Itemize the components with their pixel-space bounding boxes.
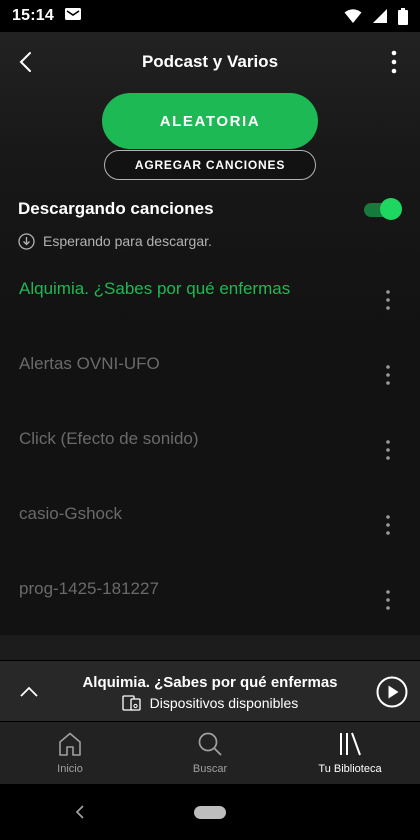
mail-notification-icon: [64, 7, 82, 26]
nav-label: Buscar: [192, 763, 228, 775]
download-pending-icon: [18, 232, 35, 250]
back-arrow-icon: [19, 52, 31, 72]
track-list: Alquimia. ¿Sabes por qué enfermas Alerta…: [0, 257, 420, 632]
more-vertical-icon: [391, 50, 397, 74]
track-title: Alertas OVNI-UFO: [19, 354, 160, 373]
wifi-icon: [344, 8, 362, 24]
list-footer: [0, 635, 420, 660]
back-button[interactable]: [10, 46, 42, 78]
top-bar: Podcast y Varios: [0, 32, 420, 92]
download-status-text: Esperando para descargar.: [43, 233, 212, 249]
search-icon: [198, 732, 222, 756]
add-songs-button[interactable]: AGREGAR CANCIONES: [104, 150, 316, 180]
status-bar: 15:14: [0, 0, 420, 32]
track-row[interactable]: Alquimia. ¿Sabes por qué enfermas: [0, 257, 420, 332]
home-icon: [59, 732, 81, 756]
bottom-nav: Inicio Buscar Tu Biblioteca: [0, 722, 420, 784]
devices-icon: [122, 695, 141, 711]
now-playing-title: Alquimia. ¿Sabes por qué enfermas: [82, 674, 338, 691]
track-row[interactable]: Alertas OVNI-UFO: [0, 332, 420, 407]
devices-available[interactable]: Dispositivos disponibles: [0, 695, 420, 711]
download-label: Descargando canciones: [18, 199, 214, 218]
back-triangle-icon: [75, 805, 84, 819]
download-status: Esperando para descargar.: [18, 231, 212, 251]
track-row[interactable]: Click (Efecto de sonido): [0, 407, 420, 482]
system-nav-bar: [0, 784, 420, 840]
nav-library[interactable]: Tu Biblioteca: [280, 722, 420, 784]
track-title: casio-Gshock: [19, 504, 122, 523]
more-vertical-icon: [386, 590, 390, 610]
track-title: Alquimia. ¿Sabes por qué enfermas: [19, 279, 291, 298]
mini-player[interactable]: Alquimia. ¿Sabes por qué enfermas Dispos…: [0, 660, 420, 722]
more-options-button[interactable]: [378, 46, 410, 78]
track-title: Click (Efecto de sonido): [19, 429, 199, 448]
track-title: prog-1425-181227: [19, 579, 159, 598]
track-more-button[interactable]: [378, 508, 398, 542]
more-vertical-icon: [386, 515, 390, 535]
download-toggle[interactable]: [364, 198, 402, 220]
play-button[interactable]: [376, 676, 408, 708]
more-vertical-icon: [386, 440, 390, 460]
nav-search[interactable]: Buscar: [140, 722, 280, 784]
nav-label: Tu Biblioteca: [318, 763, 382, 775]
page-title: Podcast y Varios: [141, 52, 279, 71]
nav-label: Inicio: [57, 763, 83, 775]
track-more-button[interactable]: [378, 433, 398, 467]
toggle-thumb: [380, 198, 402, 220]
devices-label: Dispositivos disponibles: [149, 695, 299, 711]
track-more-button[interactable]: [378, 583, 398, 617]
download-row: Descargando canciones: [18, 196, 402, 222]
shuffle-play-button[interactable]: ALEATORIA: [102, 93, 318, 149]
cell-signal-icon: [372, 8, 388, 24]
playlist-screen: Podcast y Varios ALEATORIA AGREGAR CANCI…: [0, 32, 420, 660]
track-more-button[interactable]: [378, 283, 398, 317]
system-home-button[interactable]: [194, 806, 226, 819]
track-row[interactable]: casio-Gshock: [0, 482, 420, 557]
track-row[interactable]: prog-1425-181227: [0, 557, 420, 632]
system-back-button[interactable]: [70, 802, 90, 822]
battery-icon: [398, 7, 408, 25]
play-icon: [376, 676, 408, 708]
nav-home[interactable]: Inicio: [0, 722, 140, 784]
more-vertical-icon: [386, 290, 390, 310]
status-time: 15:14: [12, 7, 54, 24]
track-more-button[interactable]: [378, 358, 398, 392]
more-vertical-icon: [386, 365, 390, 385]
library-icon: [340, 732, 361, 756]
